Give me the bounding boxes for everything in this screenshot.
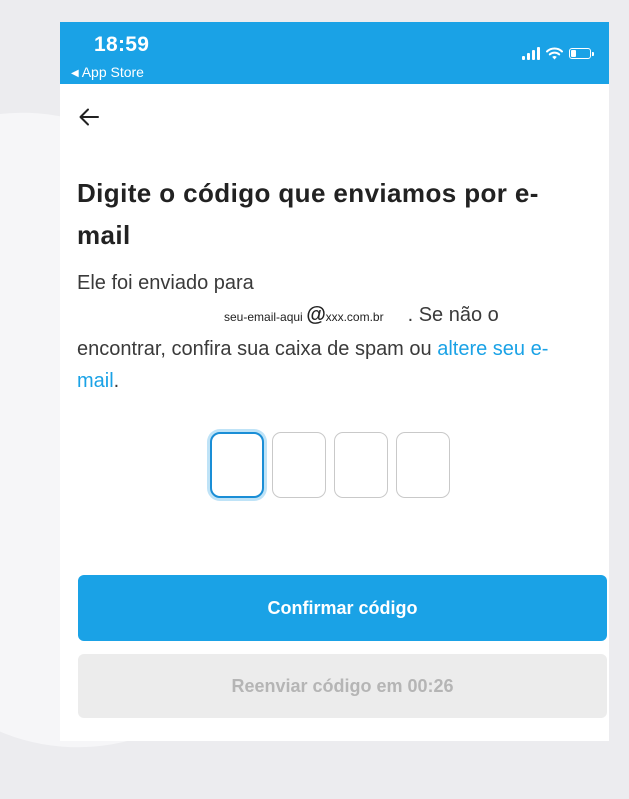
description-end: . — [113, 370, 120, 392]
description-prefix: Ele foi enviado para — [77, 272, 254, 294]
email-user: seu-email-aqui — [224, 310, 303, 324]
status-bar: 18:59 ◀ App Store — [60, 22, 609, 84]
page-title: Digite o código que enviamos por e-mail — [77, 178, 539, 250]
email-at: @ — [306, 304, 326, 326]
resend-code-button: Reenviar código em 00:26 — [78, 654, 607, 718]
back-triangle-icon: ◀ — [71, 68, 79, 79]
email-address: seu-email-aqui @xxx.com.br — [77, 304, 408, 326]
code-digit-2[interactable] — [272, 432, 326, 498]
status-time: 18:59 — [94, 33, 150, 56]
code-digit-3[interactable] — [334, 432, 388, 498]
confirm-code-button[interactable]: Confirmar código — [78, 575, 607, 641]
back-button[interactable] — [72, 100, 106, 134]
wifi-icon — [546, 47, 563, 59]
email-domain: xxx.com.br — [325, 310, 384, 324]
code-input-group — [210, 432, 450, 498]
description: Ele foi enviado para seu-email-aqui @xxx.… — [77, 267, 587, 397]
battery-level — [571, 49, 576, 57]
phone-screen: 18:59 ◀ App Store Digite o código que env… — [60, 22, 609, 741]
code-digit-4[interactable] — [396, 432, 450, 498]
back-to-app-store-link[interactable]: ◀ App Store — [71, 64, 144, 80]
arrow-left-icon — [79, 108, 99, 126]
battery-icon — [569, 47, 594, 59]
back-app-label: App Store — [81, 64, 144, 80]
code-digit-1[interactable] — [210, 432, 264, 498]
status-icons — [522, 45, 594, 61]
cellular-signal-icon — [522, 46, 540, 60]
